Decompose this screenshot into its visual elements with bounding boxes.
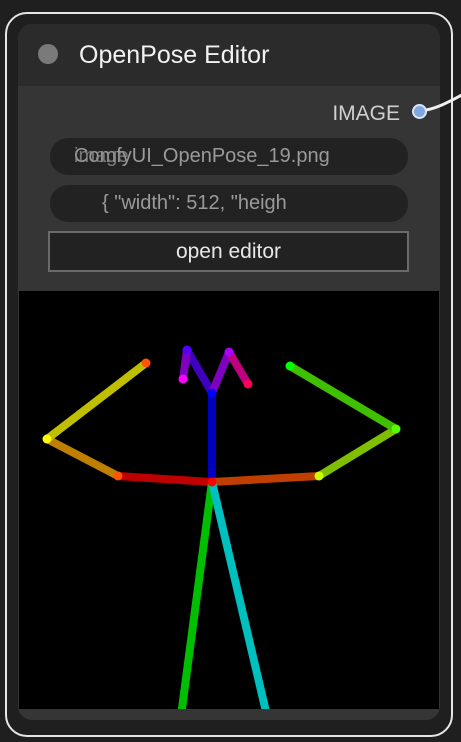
openpose-editor-node[interactable]: OpenPose Editor IMAGE ComfyUI_OpenPose_1… xyxy=(18,24,440,720)
open-editor-button[interactable]: open editor xyxy=(48,231,409,272)
pose-preview-image xyxy=(19,291,439,709)
image-output-slot[interactable] xyxy=(412,104,427,119)
joint-nose-right xyxy=(224,347,234,357)
limb-shoulder-left xyxy=(208,472,323,486)
collapse-dot-icon[interactable] xyxy=(38,44,58,64)
image-output-label: IMAGE xyxy=(332,102,400,125)
image-overlay-text: image xyxy=(74,145,129,167)
limb-leg-right xyxy=(177,478,216,709)
joint-elbow-right xyxy=(42,434,52,444)
graph-canvas: OpenPose Editor IMAGE ComfyUI_OpenPose_1… xyxy=(0,0,461,742)
node-titlebar[interactable]: OpenPose Editor xyxy=(18,24,440,86)
joint-ear-right xyxy=(243,379,253,389)
limb-forearm-left xyxy=(286,362,400,433)
joint-ear-left xyxy=(178,374,188,384)
limb-forearm-right xyxy=(43,359,150,443)
joint-wrist-left xyxy=(285,361,295,371)
joint-shoulder-right xyxy=(113,471,123,481)
output-link-wire xyxy=(426,93,461,112)
joint-neck xyxy=(207,388,217,398)
pose-json-widget[interactable]: { "width": 512, "heigh xyxy=(50,185,408,222)
limb-leg-left xyxy=(208,478,270,709)
limb-head-left xyxy=(183,346,216,397)
joint-nose-left xyxy=(182,345,192,355)
joint-wrist-right xyxy=(141,358,151,368)
json-value-text: { "width": 512, "heigh xyxy=(102,192,287,214)
limb-head-right-ear xyxy=(225,348,252,388)
node-title: OpenPose Editor xyxy=(79,41,270,69)
limb-shoulder-right xyxy=(114,472,216,486)
pose-skeleton xyxy=(42,345,401,709)
limb-upper-arm-left xyxy=(315,425,400,480)
limb-upper-arm-right xyxy=(43,435,122,480)
joint-shoulder-left xyxy=(314,471,324,481)
joint-chest xyxy=(207,477,217,487)
image-combo-widget[interactable]: ComfyUI_OpenPose_19.png image xyxy=(50,138,408,175)
joint-elbow-left xyxy=(391,424,401,434)
limb-head-right xyxy=(208,348,233,397)
